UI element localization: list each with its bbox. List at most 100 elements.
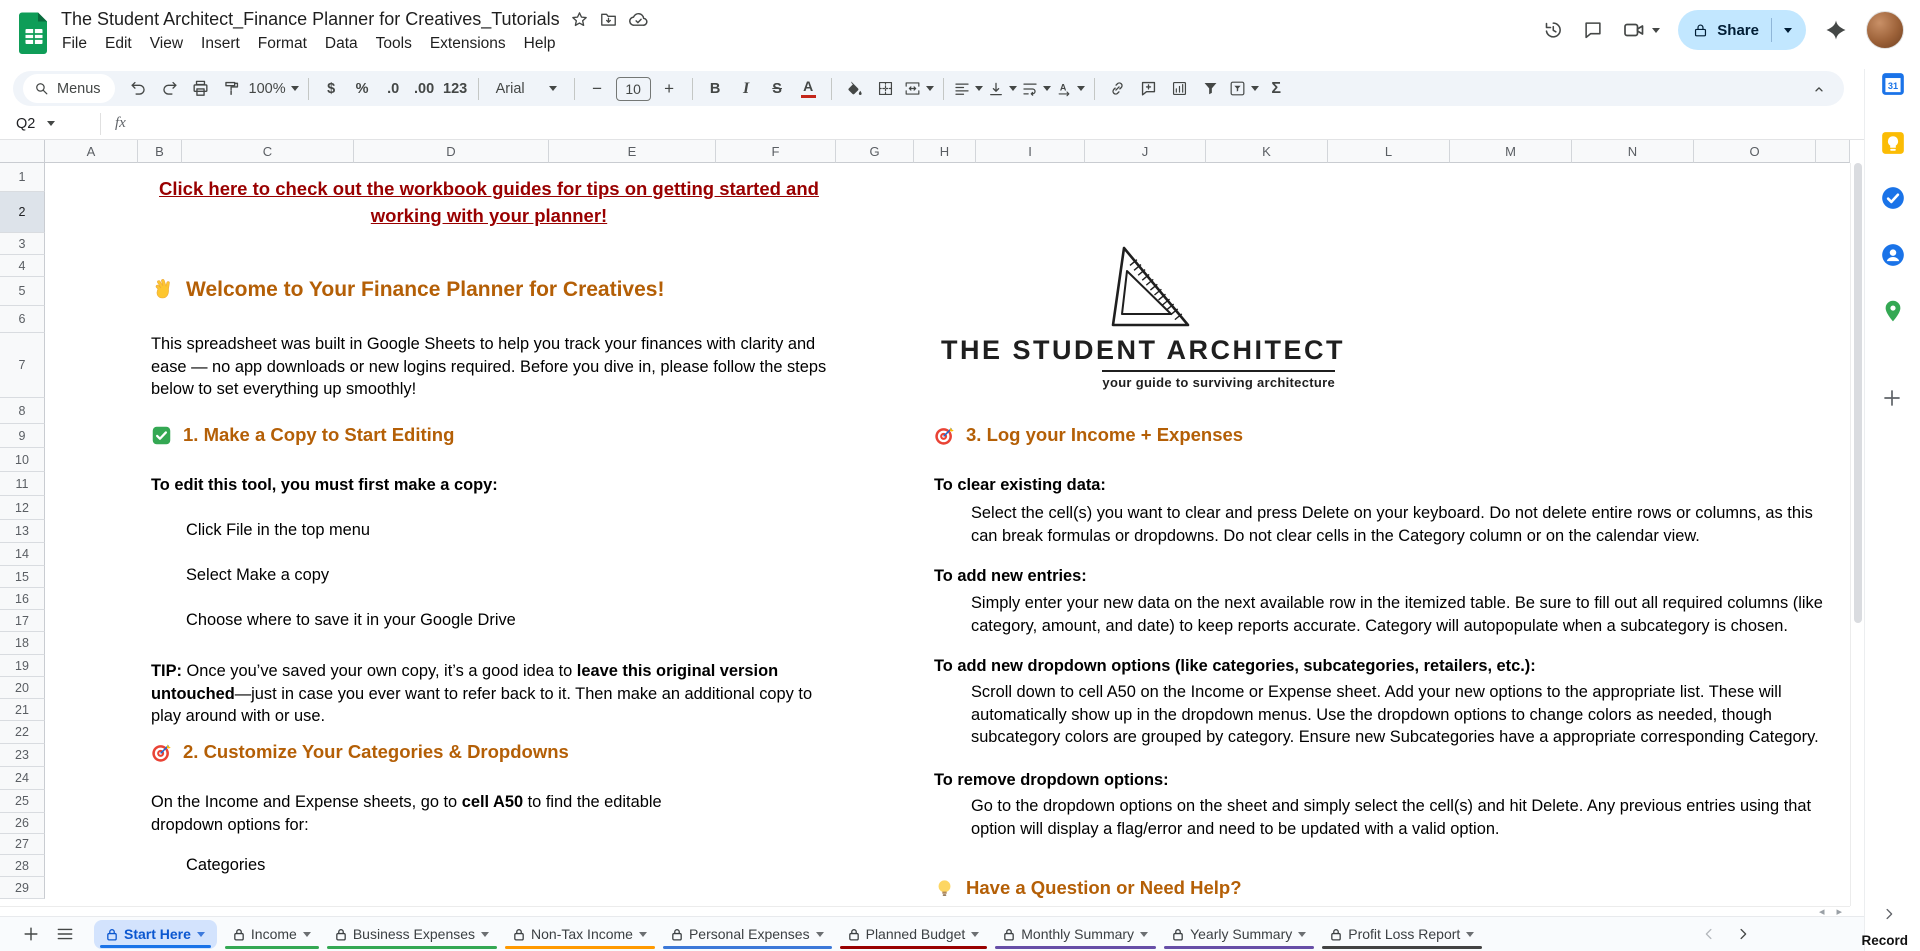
- row-header-14[interactable]: 14: [0, 543, 45, 566]
- menu-data[interactable]: Data: [316, 31, 367, 57]
- maps-icon[interactable]: [1880, 298, 1906, 324]
- font-size-input[interactable]: 10: [615, 76, 651, 101]
- menu-format[interactable]: Format: [249, 31, 316, 57]
- comments-icon[interactable]: [1582, 19, 1604, 41]
- menu-help[interactable]: Help: [515, 31, 565, 57]
- decrease-font-size-button[interactable]: −: [584, 75, 611, 102]
- row-header-18[interactable]: 18: [0, 632, 45, 655]
- row-header-23[interactable]: 23: [0, 744, 45, 767]
- insert-chart-button[interactable]: [1166, 75, 1193, 102]
- show-side-panel-icon[interactable]: [1880, 905, 1906, 931]
- row-header-1[interactable]: 1: [0, 163, 45, 192]
- row-header-7[interactable]: 7: [0, 333, 45, 398]
- vertical-align-button[interactable]: [987, 75, 1017, 102]
- column-header-L[interactable]: L: [1328, 140, 1450, 163]
- tasks-icon[interactable]: [1880, 185, 1906, 211]
- all-sheets-button[interactable]: [48, 917, 82, 951]
- row-header-16[interactable]: 16: [0, 588, 45, 610]
- text-color-button[interactable]: A: [795, 75, 822, 102]
- row-header-13[interactable]: 13: [0, 520, 45, 543]
- column-header-B[interactable]: B: [138, 140, 182, 163]
- vertical-scrollbar[interactable]: [1850, 163, 1864, 906]
- row-header-10[interactable]: 10: [0, 448, 45, 472]
- keep-icon[interactable]: [1880, 130, 1906, 156]
- meet-dropdown-icon[interactable]: [1652, 27, 1661, 33]
- column-header-J[interactable]: J: [1085, 140, 1206, 163]
- row-header-3[interactable]: 3: [0, 233, 45, 255]
- row-header-20[interactable]: 20: [0, 677, 45, 699]
- version-history-icon[interactable]: [1542, 19, 1564, 41]
- menu-extensions[interactable]: Extensions: [421, 31, 515, 57]
- sheets-logo-icon[interactable]: [17, 11, 51, 69]
- row-header-4[interactable]: 4: [0, 255, 45, 277]
- meet-icon[interactable]: [1622, 18, 1661, 42]
- column-header-C[interactable]: C: [182, 140, 354, 163]
- increase-font-size-button[interactable]: +: [656, 75, 683, 102]
- row-header-6[interactable]: 6: [0, 306, 45, 333]
- row-header-29[interactable]: 29: [0, 877, 45, 899]
- share-dropdown-icon[interactable]: [1784, 27, 1792, 33]
- column-header-partial[interactable]: [1816, 140, 1850, 163]
- row-header-27[interactable]: 27: [0, 834, 45, 855]
- row-header-25[interactable]: 25: [0, 790, 45, 813]
- row-header-12[interactable]: 12: [0, 496, 45, 520]
- row-header-26[interactable]: 26: [0, 813, 45, 834]
- sheet-tab-menu-icon[interactable]: [1466, 931, 1475, 937]
- row-header-17[interactable]: 17: [0, 610, 45, 632]
- sheet-tab-profit-loss-report[interactable]: Profit Loss Report: [1318, 917, 1486, 951]
- vertical-scrollbar-thumb[interactable]: [1854, 163, 1862, 623]
- sheet-tab-non-tax-income[interactable]: Non-Tax Income: [501, 917, 659, 951]
- row-header-19[interactable]: 19: [0, 655, 45, 677]
- text-wrap-button[interactable]: [1021, 75, 1051, 102]
- sheet-tab-menu-icon[interactable]: [971, 931, 980, 937]
- row-header-15[interactable]: 15: [0, 566, 45, 588]
- redo-button[interactable]: [156, 75, 183, 102]
- currency-format-button[interactable]: $: [318, 75, 345, 102]
- formula-input[interactable]: [136, 108, 1864, 139]
- contacts-icon[interactable]: [1880, 242, 1906, 268]
- row-header-24[interactable]: 24: [0, 767, 45, 790]
- horizontal-align-button[interactable]: [953, 75, 983, 102]
- fill-color-button[interactable]: [841, 75, 868, 102]
- sheet-tab-menu-icon[interactable]: [481, 931, 490, 937]
- name-box[interactable]: Q2: [0, 108, 100, 139]
- sheet-tab-business-expenses[interactable]: Business Expenses: [323, 917, 501, 951]
- strikethrough-button[interactable]: S: [764, 75, 791, 102]
- share-button[interactable]: Share: [1678, 10, 1806, 50]
- select-all-corner[interactable]: [0, 140, 45, 163]
- sheet-tab-menu-icon[interactable]: [302, 931, 311, 937]
- sheet-tab-start-here[interactable]: Start Here: [94, 919, 217, 949]
- row-header-2[interactable]: 2: [0, 192, 45, 233]
- document-title[interactable]: The Student Architect_Finance Planner fo…: [61, 9, 560, 30]
- horizontal-scrollbar[interactable]: ◂ ▸: [0, 906, 1850, 918]
- row-header-11[interactable]: 11: [0, 472, 45, 496]
- column-header-H[interactable]: H: [914, 140, 976, 163]
- sheet-tab-income[interactable]: Income: [221, 917, 323, 951]
- add-sheet-button[interactable]: [14, 917, 48, 951]
- column-header-F[interactable]: F: [716, 140, 836, 163]
- record-indicator[interactable]: Record: [1861, 933, 1908, 948]
- merge-cells-button[interactable]: [903, 75, 934, 102]
- text-rotation-button[interactable]: A: [1055, 75, 1085, 102]
- sheet-tab-yearly-summary[interactable]: Yearly Summary: [1160, 917, 1318, 951]
- sheet-tab-menu-icon[interactable]: [1140, 931, 1149, 937]
- menu-view[interactable]: View: [141, 31, 192, 57]
- column-header-N[interactable]: N: [1572, 140, 1694, 163]
- avatar[interactable]: [1866, 11, 1904, 49]
- sheet-tab-personal-expenses[interactable]: Personal Expenses: [659, 917, 836, 951]
- font-family-select[interactable]: Arial: [488, 75, 565, 102]
- bold-button[interactable]: B: [702, 75, 729, 102]
- tab-scroll-right-icon[interactable]: [1734, 925, 1752, 943]
- column-header-K[interactable]: K: [1206, 140, 1328, 163]
- borders-button[interactable]: [872, 75, 899, 102]
- row-header-8[interactable]: 8: [0, 398, 45, 424]
- cloud-status-icon[interactable]: [628, 9, 649, 30]
- functions-button[interactable]: Σ: [1263, 75, 1290, 102]
- calendar-icon[interactable]: 31: [1880, 71, 1906, 97]
- row-header-9[interactable]: 9: [0, 424, 45, 448]
- row-header-21[interactable]: 21: [0, 699, 45, 721]
- sheet-canvas[interactable]: Click here to check out the workbook gui…: [45, 163, 1850, 906]
- menu-edit[interactable]: Edit: [96, 31, 141, 57]
- create-filter-button[interactable]: [1197, 75, 1224, 102]
- sheet-tab-menu-icon[interactable]: [638, 931, 647, 937]
